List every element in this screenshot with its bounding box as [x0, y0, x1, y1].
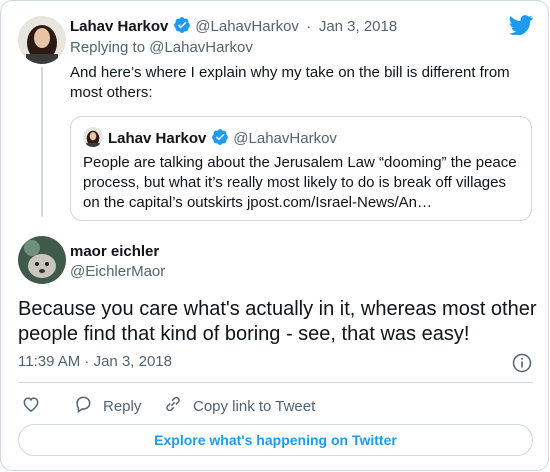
author-name[interactable]: maor eichler	[70, 243, 159, 260]
reply-icon	[73, 394, 103, 418]
info-icon[interactable]	[512, 353, 532, 378]
thread-line	[41, 67, 43, 217]
tweet-embed-card: Lahav Harkov @LahavHarkov · Jan 3, 2018 …	[0, 0, 549, 471]
explore-button[interactable]: Explore what's happening on Twitter	[18, 424, 533, 456]
copy-link-button[interactable]: Copy link to Tweet	[163, 394, 315, 418]
copy-link-label: Copy link to Tweet	[193, 397, 316, 415]
tweet-date[interactable]: Jan 3, 2018	[319, 18, 397, 35]
parent-tweet-text: And here’s where I explain why my take o…	[70, 64, 510, 101]
quoted-tweet[interactable]: Lahav Harkov @LahavHarkov People are tal…	[70, 116, 532, 221]
quoted-tweet-header: Lahav Harkov @LahavHarkov	[108, 128, 337, 151]
author-handle[interactable]: @LahavHarkov	[195, 18, 299, 35]
twitter-bird-icon[interactable]	[509, 15, 533, 40]
tweet-timestamp[interactable]: 11:39 AM · Jan 3, 2018	[18, 353, 172, 370]
separator: ·	[306, 18, 312, 35]
replying-to[interactable]: Replying to @LahavHarkov	[70, 39, 253, 56]
tweet-text: Because you care what's actually in it, …	[18, 298, 537, 345]
author-name[interactable]: Lahav Harkov	[70, 18, 168, 35]
quoted-author-handle: @LahavHarkov	[233, 130, 337, 147]
like-button[interactable]	[21, 394, 51, 418]
avatar[interactable]	[18, 236, 66, 284]
heart-icon	[21, 394, 51, 418]
verified-badge-icon	[211, 128, 229, 151]
avatar[interactable]	[18, 16, 66, 64]
link-icon	[163, 394, 193, 418]
author-handle[interactable]: @EichlerMaor	[70, 263, 165, 280]
divider	[18, 382, 533, 383]
quoted-avatar	[83, 127, 103, 147]
quoted-author-name: Lahav Harkov	[108, 130, 207, 147]
reply-button[interactable]: Reply	[73, 394, 141, 418]
reply-label: Reply	[103, 397, 142, 415]
quoted-tweet-text: People are talking about the Jerusalem L…	[83, 154, 517, 211]
parent-tweet-header: Lahav Harkov @LahavHarkov · Jan 3, 2018	[70, 16, 397, 39]
verified-badge-icon	[173, 16, 191, 39]
